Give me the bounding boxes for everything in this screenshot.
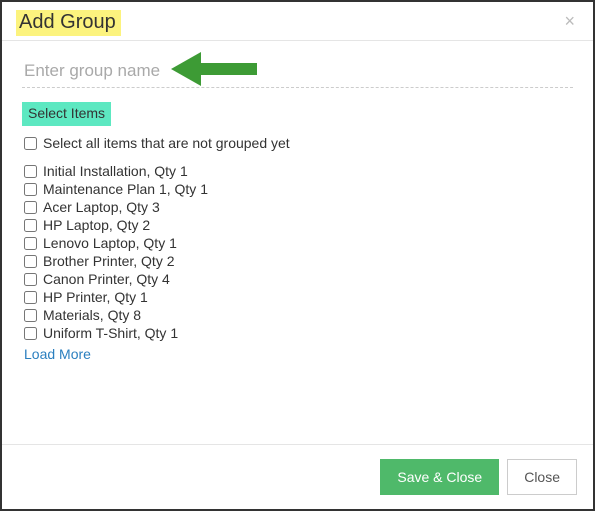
title-highlight: Add Group xyxy=(16,10,121,36)
item-row[interactable]: Canon Printer, Qty 4 xyxy=(24,270,573,288)
add-group-modal: Add Group × Select Items Select all item… xyxy=(0,0,595,511)
item-checkbox[interactable] xyxy=(24,273,37,286)
item-label: Brother Printer, Qty 2 xyxy=(43,253,175,269)
item-row[interactable]: HP Printer, Qty 1 xyxy=(24,288,573,306)
item-row[interactable]: Maintenance Plan 1, Qty 1 xyxy=(24,180,573,198)
select-all-label: Select all items that are not grouped ye… xyxy=(43,135,290,151)
group-name-input[interactable] xyxy=(22,55,573,88)
item-checkbox[interactable] xyxy=(24,327,37,340)
modal-footer: Save & Close Close xyxy=(2,444,593,509)
item-label: HP Laptop, Qty 2 xyxy=(43,217,150,233)
load-more-link[interactable]: Load More xyxy=(24,346,573,362)
modal-title: Add Group xyxy=(19,11,116,33)
modal-header: Add Group × xyxy=(2,2,593,41)
select-items-highlight: Select Items xyxy=(22,102,111,126)
select-all-row[interactable]: Select all items that are not grouped ye… xyxy=(24,134,573,152)
modal-body: Select Items Select all items that are n… xyxy=(2,41,593,444)
item-label: Maintenance Plan 1, Qty 1 xyxy=(43,181,208,197)
item-label: Canon Printer, Qty 4 xyxy=(43,271,170,287)
item-row[interactable]: HP Laptop, Qty 2 xyxy=(24,216,573,234)
item-row[interactable]: Lenovo Laptop, Qty 1 xyxy=(24,234,573,252)
close-icon[interactable]: × xyxy=(560,10,579,32)
item-checkbox[interactable] xyxy=(24,183,37,196)
item-row[interactable]: Brother Printer, Qty 2 xyxy=(24,252,573,270)
item-label: Lenovo Laptop, Qty 1 xyxy=(43,235,177,251)
item-checkbox[interactable] xyxy=(24,237,37,250)
select-all-checkbox[interactable] xyxy=(24,137,37,150)
item-row[interactable]: Initial Installation, Qty 1 xyxy=(24,162,573,180)
item-label: Materials, Qty 8 xyxy=(43,307,141,323)
items-list: Select all items that are not grouped ye… xyxy=(24,134,573,362)
item-row[interactable]: Acer Laptop, Qty 3 xyxy=(24,198,573,216)
item-checkbox[interactable] xyxy=(24,291,37,304)
item-label: Initial Installation, Qty 1 xyxy=(43,163,188,179)
item-row[interactable]: Uniform T-Shirt, Qty 1 xyxy=(24,324,573,342)
item-label: Uniform T-Shirt, Qty 1 xyxy=(43,325,178,341)
item-checkbox[interactable] xyxy=(24,165,37,178)
close-button[interactable]: Close xyxy=(507,459,577,495)
select-items-label: Select Items xyxy=(28,105,105,121)
item-checkbox[interactable] xyxy=(24,219,37,232)
group-name-wrap xyxy=(22,55,573,88)
item-checkbox[interactable] xyxy=(24,255,37,268)
item-checkbox[interactable] xyxy=(24,309,37,322)
item-label: HP Printer, Qty 1 xyxy=(43,289,148,305)
item-checkbox[interactable] xyxy=(24,201,37,214)
item-row[interactable]: Materials, Qty 8 xyxy=(24,306,573,324)
item-label: Acer Laptop, Qty 3 xyxy=(43,199,160,215)
save-close-button[interactable]: Save & Close xyxy=(380,459,499,495)
